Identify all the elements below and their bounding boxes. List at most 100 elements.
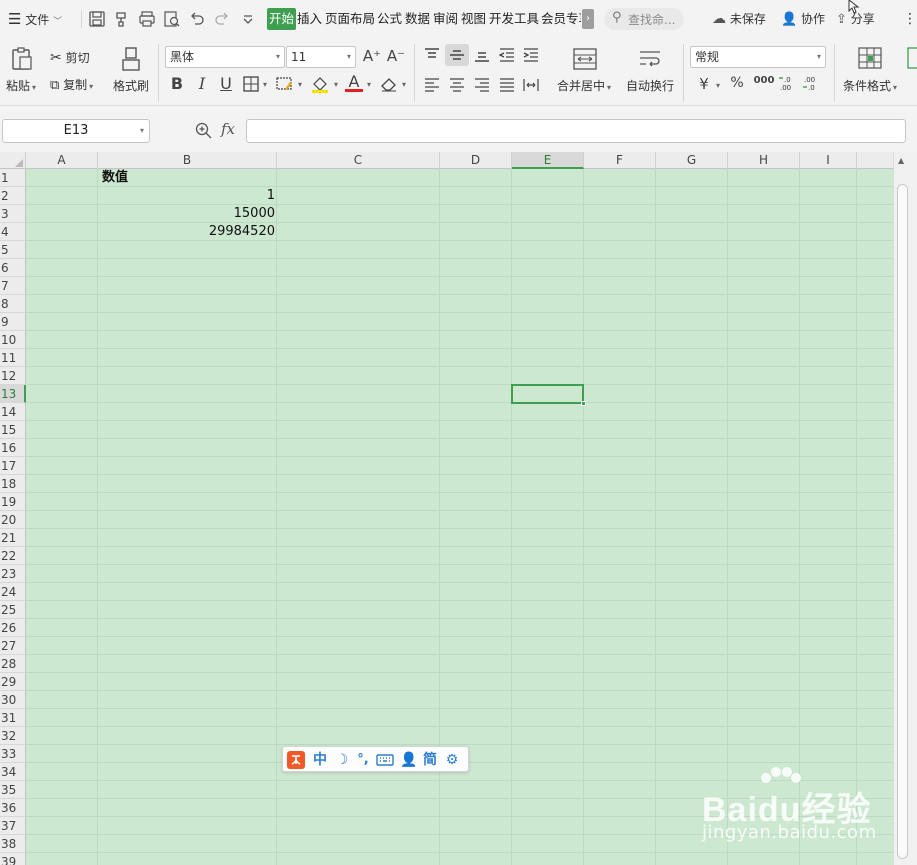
decrease-decimal-icon[interactable]: .00.0 bbox=[802, 74, 820, 92]
align-center-icon[interactable] bbox=[449, 78, 465, 92]
cut-button[interactable]: ✂ 剪切 bbox=[50, 49, 90, 66]
tab-page-layout[interactable]: 页面布局 bbox=[323, 8, 377, 30]
cell-style-icon[interactable] bbox=[276, 76, 294, 92]
column-header-c[interactable]: C bbox=[277, 152, 440, 169]
decrease-indent-icon[interactable] bbox=[499, 48, 515, 62]
row-header-36[interactable]: 36 bbox=[0, 799, 26, 817]
row-header-34[interactable]: 34 bbox=[0, 763, 26, 781]
merge-center-button[interactable]: 合并居中 ▾ bbox=[557, 77, 611, 94]
eraser-icon[interactable] bbox=[380, 76, 398, 92]
chevron-down-icon[interactable]: ▾ bbox=[263, 80, 267, 89]
row-header-10[interactable]: 10 bbox=[0, 331, 26, 349]
font-name-select[interactable]: 黑体 ▾ bbox=[165, 46, 285, 68]
percent-icon[interactable]: % bbox=[729, 75, 745, 91]
paste-icon[interactable] bbox=[9, 46, 35, 72]
row-header-32[interactable]: 32 bbox=[0, 727, 26, 745]
row-header-20[interactable]: 20 bbox=[0, 511, 26, 529]
row-header-8[interactable]: 8 bbox=[0, 295, 26, 313]
row-header-15[interactable]: 15 bbox=[0, 421, 26, 439]
row-header-16[interactable]: 16 bbox=[0, 439, 26, 457]
conditional-format-button[interactable]: 条件格式 ▾ bbox=[843, 77, 897, 94]
active-cell-selection[interactable] bbox=[511, 384, 586, 406]
thousands-separator-icon[interactable]: 000 bbox=[753, 75, 775, 86]
ime-simplified[interactable]: 简 bbox=[421, 750, 439, 770]
column-header-d[interactable]: D bbox=[440, 152, 512, 169]
column-header-a[interactable]: A bbox=[26, 152, 98, 169]
chevron-down-icon[interactable]: ▾ bbox=[334, 80, 338, 89]
merge-center-icon[interactable] bbox=[573, 48, 597, 70]
increase-decimal-icon[interactable]: .0.00 bbox=[778, 74, 796, 92]
print-icon[interactable] bbox=[138, 10, 156, 28]
column-header-h[interactable]: H bbox=[728, 152, 800, 169]
row-header-25[interactable]: 25 bbox=[0, 601, 26, 619]
collaborate-button[interactable]: 👤 协作 bbox=[781, 0, 825, 38]
copy-button[interactable]: ⧉ 复制 ▾ bbox=[50, 76, 93, 93]
format-painter-icon[interactable] bbox=[119, 46, 143, 72]
currency-icon[interactable]: ¥ bbox=[696, 75, 712, 93]
tab-insert[interactable]: 插入 bbox=[295, 8, 324, 30]
punctuation-icon[interactable]: °, bbox=[355, 750, 371, 770]
moon-icon[interactable]: ☽ bbox=[334, 750, 350, 770]
vertical-scrollbar[interactable]: ▲ bbox=[893, 152, 917, 865]
row-header-2[interactable]: 2 bbox=[0, 187, 26, 205]
formula-input[interactable] bbox=[246, 119, 906, 143]
search-box[interactable]: ⚲ 查找命... bbox=[604, 8, 684, 30]
row-header-27[interactable]: 27 bbox=[0, 637, 26, 655]
paste-button[interactable]: 粘贴 ▾ bbox=[6, 77, 36, 94]
row-header-17[interactable]: 17 bbox=[0, 457, 26, 475]
align-bottom-icon[interactable] bbox=[474, 48, 490, 62]
tab-member[interactable]: 会员专享 bbox=[539, 8, 581, 30]
more-tabs-arrow-icon[interactable]: › bbox=[582, 9, 594, 29]
align-middle-button[interactable] bbox=[445, 44, 469, 66]
ime-logo-icon[interactable] bbox=[287, 751, 305, 769]
row-header-39[interactable]: 39 bbox=[0, 853, 26, 865]
settings-gear-icon[interactable]: ⚙ bbox=[443, 750, 461, 770]
cell-b4[interactable]: 29984520 bbox=[98, 223, 275, 241]
column-header-g[interactable]: G bbox=[656, 152, 728, 169]
row-header-37[interactable]: 37 bbox=[0, 817, 26, 835]
distributed-align-icon[interactable] bbox=[523, 78, 539, 92]
number-format-select[interactable]: 常规 ▾ bbox=[690, 46, 826, 68]
file-menu[interactable]: ☰ 文件 ﹀ bbox=[8, 0, 62, 38]
fx-icon[interactable]: fx bbox=[221, 120, 235, 138]
customize-quick-access-icon[interactable] bbox=[239, 10, 257, 28]
tab-developer[interactable]: 开发工具 bbox=[487, 8, 541, 30]
row-header-26[interactable]: 26 bbox=[0, 619, 26, 637]
cell-b1[interactable]: 数值 bbox=[98, 169, 275, 187]
row-header-18[interactable]: 18 bbox=[0, 475, 26, 493]
tab-formulas[interactable]: 公式 bbox=[375, 8, 404, 30]
chevron-down-icon[interactable]: ▾ bbox=[367, 80, 371, 89]
row-header-31[interactable]: 31 bbox=[0, 709, 26, 727]
row-header-19[interactable]: 19 bbox=[0, 493, 26, 511]
row-header-24[interactable]: 24 bbox=[0, 583, 26, 601]
row-header-1[interactable]: 1 bbox=[0, 169, 26, 187]
save-icon[interactable] bbox=[88, 10, 106, 28]
column-header-f[interactable]: F bbox=[584, 152, 656, 169]
row-header-13[interactable]: 13 bbox=[0, 385, 26, 403]
row-header-29[interactable]: 29 bbox=[0, 673, 26, 691]
justify-icon[interactable] bbox=[499, 78, 515, 92]
row-header-38[interactable]: 38 bbox=[0, 835, 26, 853]
table-style-icon[interactable] bbox=[907, 47, 917, 69]
align-top-icon[interactable] bbox=[424, 48, 440, 62]
row-header-12[interactable]: 12 bbox=[0, 367, 26, 385]
row-header-7[interactable]: 7 bbox=[0, 277, 26, 295]
column-header-b[interactable]: B bbox=[98, 152, 277, 169]
name-box[interactable]: E13 ▾ bbox=[2, 119, 150, 143]
row-header-14[interactable]: 14 bbox=[0, 403, 26, 421]
scroll-thumb[interactable] bbox=[897, 184, 908, 859]
save-status[interactable]: ☁ 未保存 bbox=[712, 0, 766, 38]
font-color-icon[interactable]: A bbox=[345, 72, 363, 92]
user-icon[interactable]: 👤 bbox=[400, 750, 417, 770]
increase-font-icon[interactable]: A⁺ bbox=[362, 47, 382, 65]
more-options-icon[interactable]: ⋮ bbox=[903, 0, 917, 38]
row-header-21[interactable]: 21 bbox=[0, 529, 26, 547]
align-left-icon[interactable] bbox=[424, 78, 440, 92]
italic-button[interactable]: I bbox=[193, 74, 211, 93]
conditional-format-icon[interactable] bbox=[858, 47, 882, 69]
row-header-6[interactable]: 6 bbox=[0, 259, 26, 277]
underline-button[interactable]: U bbox=[217, 74, 235, 93]
fill-color-icon[interactable] bbox=[310, 74, 330, 94]
tab-review[interactable]: 审阅 bbox=[431, 8, 460, 30]
print-preview-icon[interactable] bbox=[163, 10, 181, 28]
